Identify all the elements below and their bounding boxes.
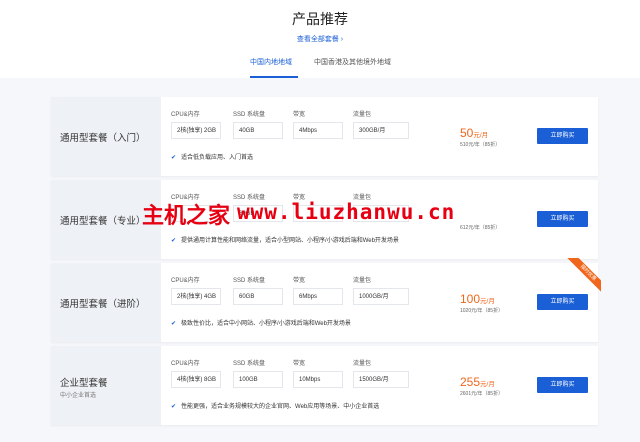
buy-now-button[interactable]: 立即购买: [537, 294, 588, 310]
plan-name-panel: 通用型套餐（进阶）: [51, 263, 161, 342]
plan-name: 企业型套餐: [60, 378, 108, 389]
plan-subtitle: 中小企业首选: [60, 393, 97, 399]
check-icon: ✔: [171, 404, 177, 410]
yearly-price: 612元/年（85折）: [460, 225, 501, 231]
plan-name-panel: 企业型套餐 中小企业首选: [51, 346, 161, 425]
buy-now-button[interactable]: 立即购买: [537, 377, 588, 393]
tab-mainland[interactable]: 中国内地地域: [250, 57, 298, 78]
plan-description: ✔ 提供通用计算性能和网络流量，适合小型网站、小程序/小游戏后端和Web开发场景: [171, 235, 399, 244]
plan-name-panel: 通用型套餐（入门）: [51, 97, 161, 176]
plan-card-advanced: 通用型套餐（进阶） CPU&内存 SSD 系统盘 带宽 流量包 2核(独享) 4…: [51, 263, 598, 342]
plan-description-text: 提供通用计算性能和网络流量，适合小型网站、小程序/小游戏后端和Web开发场景: [181, 238, 399, 244]
price-amount: 50: [460, 126, 474, 140]
plan-name: 通用型套餐（入门）: [60, 133, 146, 144]
cpu-value: 4核(独享) 8GB: [171, 371, 221, 388]
bandwidth-value: 4Mbps: [293, 122, 343, 139]
col-cpu-label: CPU&内存: [171, 112, 200, 118]
col-traffic-label: 流量包: [353, 112, 372, 118]
col-traffic-label: 流量包: [353, 361, 372, 367]
watermark-chinese: 主机之家: [142, 203, 231, 228]
price-amount: 255: [460, 375, 481, 389]
price-unit: 元/月: [480, 381, 495, 388]
col-ssd-label: SSD 系统盘: [233, 361, 266, 367]
col-ssd-label: SSD 系统盘: [233, 278, 266, 284]
monthly-price: 255元/月: [460, 375, 495, 389]
plan-description: ✔ 极致性价比，适合中小网站、小程序/小游戏后端和Web开发场景: [171, 318, 351, 327]
buy-now-button[interactable]: 立即购买: [537, 128, 588, 144]
col-bandwidth-label: 带宽: [293, 112, 306, 118]
bandwidth-value: 6Mbps: [293, 288, 343, 305]
col-ssd-label: SSD 系统盘: [233, 112, 266, 118]
watermark-url: www.liuzhanwu.cn: [237, 200, 456, 224]
yearly-price: 1020元/年（85折）: [460, 308, 504, 314]
promo-ribbon-text: 限时优惠: [566, 258, 601, 294]
ssd-value: 40GB: [233, 122, 283, 139]
col-cpu-label: CPU&内存: [171, 361, 200, 367]
plan-name: 通用型套餐（专业）: [60, 216, 146, 227]
promo-ribbon: 限时优惠: [565, 258, 601, 294]
col-cpu-label: CPU&内存: [171, 278, 200, 284]
bandwidth-value: 10Mbps: [293, 371, 343, 388]
col-bandwidth-label: 带宽: [293, 361, 306, 367]
price-amount: 100: [460, 292, 481, 306]
plan-description: ✔ 性能更强，适合业务规模较大的企业官网、Web应用等场景、中小企业首选: [171, 401, 379, 410]
view-all-link[interactable]: 查看全部套餐 ›: [0, 34, 640, 44]
monthly-price: 50元/月: [460, 126, 488, 140]
price-unit: 元/月: [480, 298, 495, 305]
cpu-value: 2核(独享) 4GB: [171, 288, 221, 305]
check-icon: ✔: [171, 155, 177, 161]
traffic-value: 300GB/月: [353, 122, 409, 139]
page-title: 产品推荐: [292, 11, 348, 27]
buy-now-button[interactable]: 立即购买: [537, 211, 588, 227]
ssd-value: 60GB: [233, 288, 283, 305]
region-tabs: 中国内地地域 中国香港及其他境外地域: [0, 57, 640, 78]
plan-card-entry: 通用型套餐（入门） CPU&内存 SSD 系统盘 带宽 流量包 2核(独享) 2…: [51, 97, 598, 176]
col-bandwidth-label: 带宽: [293, 278, 306, 284]
plan-description-text: 性能更强，适合业务规模较大的企业官网、Web应用等场景、中小企业首选: [181, 404, 380, 410]
ssd-value: 100GB: [233, 371, 283, 388]
check-icon: ✔: [171, 238, 177, 244]
cpu-value: 2核(独享) 2GB: [171, 122, 221, 139]
check-icon: ✔: [171, 321, 177, 327]
price-unit: 元/月: [473, 132, 489, 139]
plan-description-text: 极致性价比，适合中小网站、小程序/小游戏后端和Web开发场景: [181, 321, 351, 327]
monthly-price: 100元/月: [460, 292, 495, 306]
header-section: 产品推荐 查看全部套餐 › 中国内地地域 中国香港及其他境外地域: [0, 0, 640, 78]
traffic-value: 1000GB/月: [353, 288, 409, 305]
plan-description-text: 适合低负载应用、入门首选: [181, 155, 254, 161]
yearly-price: 510元/年（85折）: [460, 142, 501, 148]
col-traffic-label: 流量包: [353, 278, 372, 284]
plan-description: ✔ 适合低负载应用、入门首选: [171, 152, 253, 161]
plan-card-enterprise: 企业型套餐 中小企业首选 CPU&内存 SSD 系统盘 带宽 流量包 4核(独享…: [51, 346, 598, 425]
tab-overseas[interactable]: 中国香港及其他境外地域: [314, 57, 400, 78]
traffic-value: 1500GB/月: [353, 371, 409, 388]
plan-name: 通用型套餐（进阶）: [60, 299, 146, 310]
yearly-price: 2601元/年（85折）: [460, 391, 504, 397]
